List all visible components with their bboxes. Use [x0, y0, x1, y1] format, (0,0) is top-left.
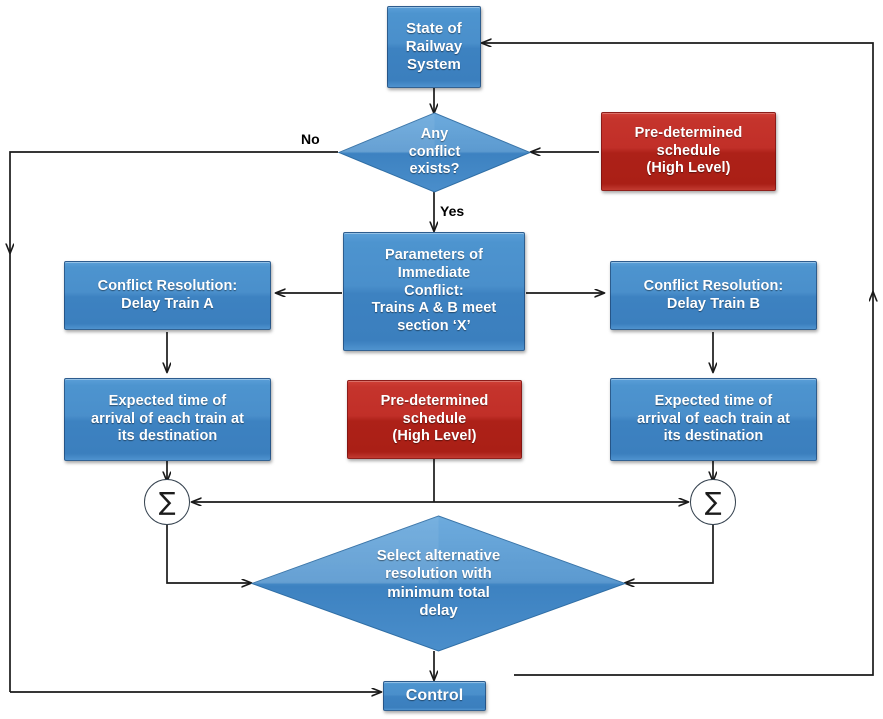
node-select-alternative-resolution[interactable]: Select alternative resolution with minim…: [250, 515, 627, 652]
node-predetermined-schedule-middle-label: Pre-determined schedule (High Level): [380, 392, 489, 445]
flowchart-canvas: State of Railway System Any conflict exi…: [0, 0, 883, 719]
node-control[interactable]: Control: [383, 681, 486, 711]
node-expected-time-right-label: Expected time of arrival of each train a…: [636, 392, 791, 445]
node-state-of-railway-system-label: State of Railway System: [405, 19, 463, 74]
node-parameters-of-immediate-conflict[interactable]: Parameters of Immediate Conflict: Trains…: [343, 232, 525, 351]
edge-conflict-no-loop: [10, 151, 338, 253]
node-conflict-resolution-delay-train-b[interactable]: Conflict Resolution: Delay Train B: [610, 261, 817, 330]
node-summation-right-label: ∑: [704, 486, 722, 516]
node-predetermined-schedule-top[interactable]: Pre-determined schedule (High Level): [601, 112, 776, 191]
node-parameters-of-immediate-conflict-label: Parameters of Immediate Conflict: Trains…: [371, 247, 497, 335]
node-summation-left-label: ∑: [158, 486, 176, 516]
node-conflict-resolution-delay-train-b-label: Conflict Resolution: Delay Train B: [643, 277, 784, 312]
node-control-label: Control: [405, 687, 464, 705]
node-expected-time-right[interactable]: Expected time of arrival of each train a…: [610, 378, 817, 461]
edge-sum-left-to-select: [166, 525, 251, 583]
edge-sum-right-to-select: [625, 525, 714, 583]
edge-label-no: No: [301, 131, 320, 147]
diamond-shape-conflict: [337, 112, 532, 193]
node-summation-right[interactable]: ∑: [690, 479, 736, 525]
node-expected-time-left[interactable]: Expected time of arrival of each train a…: [64, 378, 271, 461]
node-state-of-railway-system[interactable]: State of Railway System: [387, 6, 481, 88]
node-predetermined-schedule-top-label: Pre-determined schedule (High Level): [634, 124, 743, 177]
node-conflict-resolution-delay-train-a-label: Conflict Resolution: Delay Train A: [97, 277, 238, 312]
node-expected-time-left-label: Expected time of arrival of each train a…: [90, 392, 245, 445]
diamond-shape-select: [250, 515, 627, 652]
node-summation-left[interactable]: ∑: [144, 479, 190, 525]
node-conflict-resolution-delay-train-a[interactable]: Conflict Resolution: Delay Train A: [64, 261, 271, 330]
node-predetermined-schedule-middle[interactable]: Pre-determined schedule (High Level): [347, 380, 522, 459]
edge-label-yes: Yes: [440, 203, 465, 219]
node-any-conflict-exists[interactable]: Any conflict exists?: [337, 112, 532, 193]
